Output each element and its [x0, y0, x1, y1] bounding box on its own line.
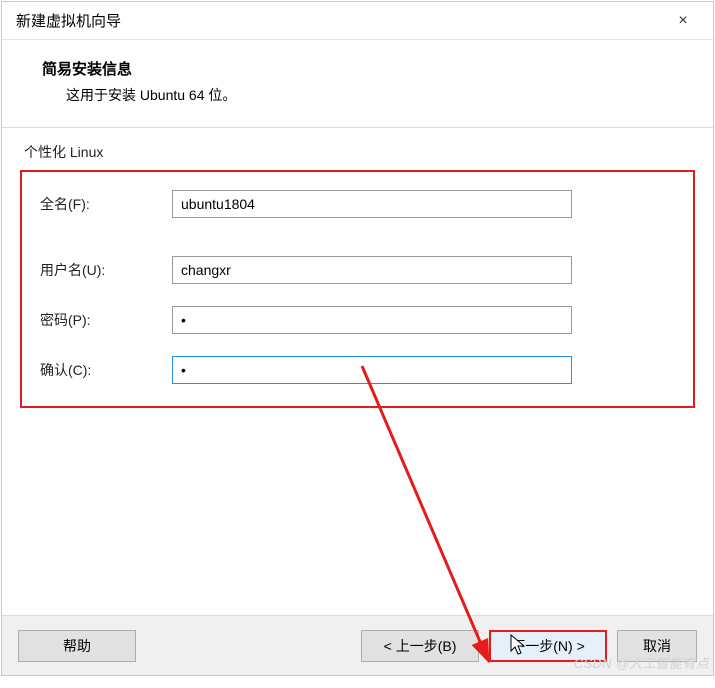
wizard-header: 简易安装信息 这用于安装 Ubuntu 64 位。	[2, 40, 713, 127]
input-confirm[interactable]	[172, 356, 572, 384]
input-password[interactable]	[172, 306, 572, 334]
window-title: 新建虚拟机向导	[16, 10, 663, 31]
row-fullname: 全名(F):	[40, 190, 675, 218]
wizard-body: 个性化 Linux 全名(F): 用户名(U): 密码(P): 确认(C):	[2, 128, 713, 615]
help-button[interactable]: 帮助	[18, 630, 136, 662]
label-username: 用户名(U):	[40, 260, 172, 280]
row-password: 密码(P):	[40, 306, 675, 334]
watermark: CSDN @人工智能有点	[574, 653, 709, 672]
header-subheading: 这用于安装 Ubuntu 64 位。	[42, 85, 673, 105]
input-username[interactable]	[172, 256, 572, 284]
row-confirm: 确认(C):	[40, 356, 675, 384]
header-heading: 简易安装信息	[42, 58, 673, 79]
wizard-window: 新建虚拟机向导 × 简易安装信息 这用于安装 Ubuntu 64 位。 个性化 …	[1, 1, 714, 676]
form-highlight-box: 全名(F): 用户名(U): 密码(P): 确认(C):	[20, 170, 695, 408]
titlebar: 新建虚拟机向导 ×	[2, 2, 713, 40]
label-password: 密码(P):	[40, 310, 172, 330]
back-button[interactable]: < 上一步(B)	[361, 630, 479, 662]
group-label-linux: 个性化 Linux	[24, 142, 695, 162]
label-confirm: 确认(C):	[40, 360, 172, 380]
row-username: 用户名(U):	[40, 256, 675, 284]
close-icon[interactable]: ×	[663, 6, 703, 36]
label-fullname: 全名(F):	[40, 194, 172, 214]
input-fullname[interactable]	[172, 190, 572, 218]
